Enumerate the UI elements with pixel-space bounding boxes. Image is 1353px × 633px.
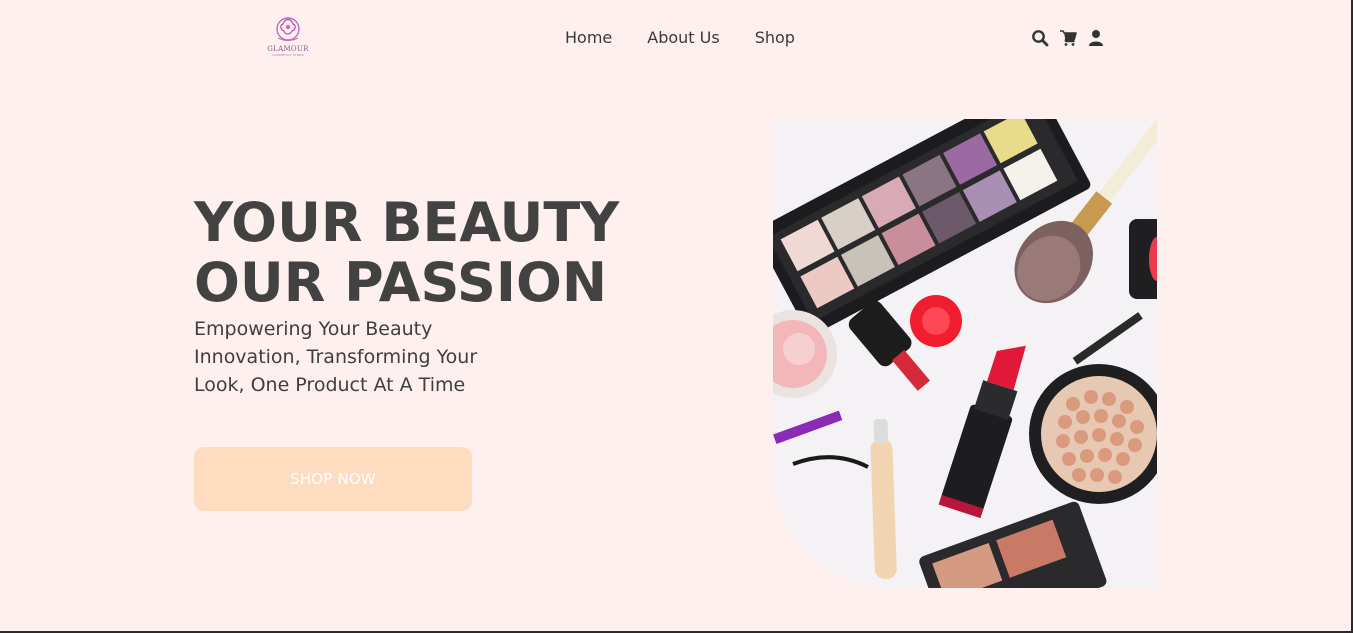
main-nav: Home About Us Shop	[565, 28, 795, 48]
hero-subtitle: Empowering Your Beauty Innovation, Trans…	[194, 318, 478, 396]
hero-cosmetics-image	[773, 119, 1157, 588]
header-icons	[1031, 29, 1105, 47]
hero-title-line2: OUR PASSION	[194, 251, 608, 314]
nav-about-us[interactable]: About Us	[647, 28, 719, 48]
nav-home[interactable]: Home	[565, 28, 612, 48]
user-icon[interactable]	[1087, 29, 1105, 47]
brand-name: GLAMOUR	[267, 45, 309, 53]
logo-flower-icon	[276, 17, 300, 41]
brand-tagline: COSMETICS STORE	[272, 53, 304, 57]
hero-title: YOUR BEAUTY OUR PASSION	[194, 193, 619, 313]
shop-now-button[interactable]: SHOP NOW	[194, 447, 472, 511]
nav-shop[interactable]: Shop	[755, 28, 795, 48]
search-icon[interactable]	[1031, 29, 1049, 47]
hero-title-line1: YOUR BEAUTY	[194, 191, 620, 254]
brand-logo[interactable]: GLAMOUR COSMETICS STORE	[262, 12, 314, 62]
cart-icon[interactable]	[1059, 29, 1077, 47]
